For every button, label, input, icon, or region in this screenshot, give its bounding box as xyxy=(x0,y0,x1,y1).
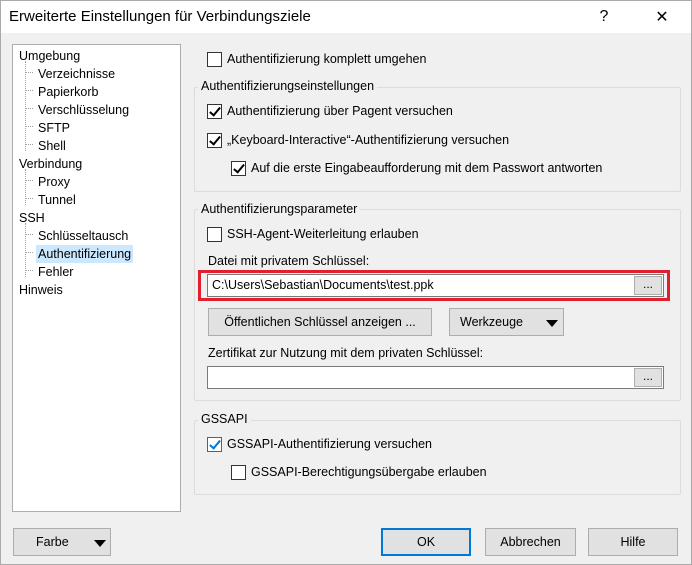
help-button[interactable]: Hilfe xyxy=(588,528,678,556)
tree-item-hinweis[interactable]: Hinweis xyxy=(17,281,65,299)
tree-item-authentifizierung[interactable]: Authentifizierung xyxy=(36,245,134,263)
ok-button[interactable]: OK xyxy=(381,528,471,556)
chevron-down-icon xyxy=(546,320,558,327)
tree-connector xyxy=(25,223,26,277)
tree-connector xyxy=(25,198,33,199)
tree-connector xyxy=(25,169,26,205)
gssapi-auth-checkbox[interactable] xyxy=(207,437,222,452)
auth-bypass-label: Authentifizierung komplett umgehen xyxy=(227,52,427,66)
agent-forwarding-checkbox[interactable] xyxy=(207,227,222,242)
auth-settings-title: Authentifizierungseinstellungen xyxy=(198,79,378,93)
certificate-input[interactable]: ... xyxy=(207,366,664,389)
tree-item-verzeichnisse[interactable]: Verzeichnisse xyxy=(36,65,117,83)
tree-connector xyxy=(25,234,33,235)
gssapi-group xyxy=(194,420,681,495)
tree-item-schluesseltausch[interactable]: Schlüsseltausch xyxy=(36,227,130,245)
tree-item-umgebung[interactable]: Umgebung xyxy=(17,47,82,65)
certificate-label: Zertifikat zur Nutzung mit dem privaten … xyxy=(208,346,484,360)
tree-connector xyxy=(25,108,33,109)
private-key-value: C:\Users\Sebastian\Documents\test.ppk xyxy=(212,278,434,292)
first-prompt-checkbox[interactable] xyxy=(231,161,246,176)
show-public-key-button[interactable]: Öffentlichen Schlüssel anzeigen ... xyxy=(208,308,432,336)
tree-item-sftp[interactable]: SFTP xyxy=(36,119,72,137)
tree-connector xyxy=(25,126,33,127)
tree-item-proxy[interactable]: Proxy xyxy=(36,173,72,191)
auth-bypass-checkbox[interactable] xyxy=(207,52,222,67)
gssapi-delegation-label: GSSAPI-Berechtigungsübergabe erlauben xyxy=(251,465,487,479)
color-button-label: Farbe xyxy=(36,535,69,549)
navigation-tree[interactable]: Umgebung Verzeichnisse Papierkorb Versch… xyxy=(12,44,181,512)
tools-button-label: Werkzeuge xyxy=(460,315,523,329)
tree-item-tunnel[interactable]: Tunnel xyxy=(36,191,78,209)
tree-item-fehler[interactable]: Fehler xyxy=(36,263,75,281)
gssapi-delegation-checkbox[interactable] xyxy=(231,465,246,480)
tree-item-ssh[interactable]: SSH xyxy=(17,209,47,227)
close-button[interactable]: ✕ xyxy=(639,1,685,33)
color-button[interactable]: Farbe xyxy=(13,528,111,556)
agent-forwarding-label: SSH-Agent-Weiterleitung erlauben xyxy=(227,227,419,241)
tree-item-verschluesselung[interactable]: Verschlüsselung xyxy=(36,101,131,119)
tools-button[interactable]: Werkzeuge xyxy=(449,308,564,336)
gssapi-auth-label: GSSAPI-Authentifizierung versuchen xyxy=(227,437,432,451)
private-key-browse-button[interactable]: ... xyxy=(634,276,662,295)
auth-params-title: Authentifizierungsparameter xyxy=(198,202,361,216)
tree-item-verbindung[interactable]: Verbindung xyxy=(17,155,84,173)
pageant-label: Authentifizierung über Pagent versuchen xyxy=(227,104,453,118)
gssapi-title: GSSAPI xyxy=(198,412,251,426)
keyboard-interactive-label: „Keyboard-Interactive“-Authentifizierung… xyxy=(227,133,510,147)
tree-item-papierkorb[interactable]: Papierkorb xyxy=(36,83,100,101)
tree-connector xyxy=(25,61,26,151)
private-key-label: Datei mit privatem Schlüssel: xyxy=(208,254,370,268)
keyboard-interactive-checkbox[interactable] xyxy=(207,133,222,148)
title-bar: Erweiterte Einstellungen für Verbindungs… xyxy=(1,1,691,33)
tree-connector xyxy=(25,90,33,91)
tree-connector xyxy=(25,180,33,181)
pageant-checkbox[interactable] xyxy=(207,104,222,119)
chevron-down-icon xyxy=(94,540,106,547)
cancel-button[interactable]: Abbrechen xyxy=(485,528,576,556)
tree-item-shell[interactable]: Shell xyxy=(36,137,68,155)
dialog-window: Erweiterte Einstellungen für Verbindungs… xyxy=(0,0,692,565)
tree-connector xyxy=(25,252,33,253)
help-title-button[interactable]: ? xyxy=(581,1,627,33)
certificate-browse-button[interactable]: ... xyxy=(634,368,662,387)
tree-connector xyxy=(25,72,33,73)
window-title: Erweiterte Einstellungen für Verbindungs… xyxy=(9,8,311,25)
tree-connector xyxy=(25,144,33,145)
private-key-input[interactable]: C:\Users\Sebastian\Documents\test.ppk ..… xyxy=(207,274,664,297)
tree-connector xyxy=(25,270,33,271)
first-prompt-label: Auf die erste Eingabeaufforderung mit de… xyxy=(251,161,603,175)
